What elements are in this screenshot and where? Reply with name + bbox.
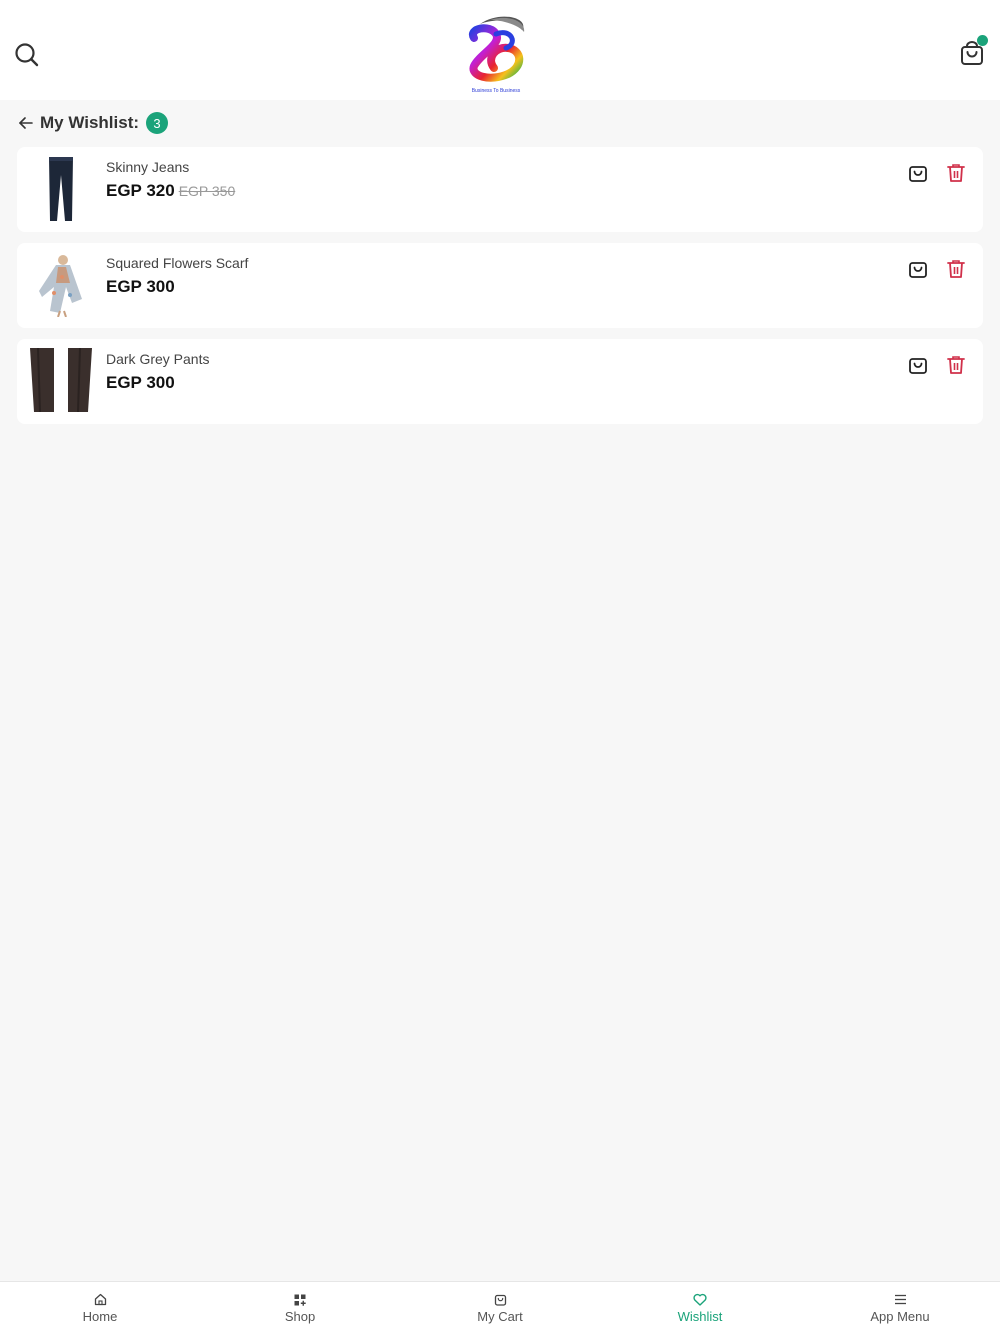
- bag-icon: [909, 262, 927, 278]
- delete-button[interactable]: [945, 354, 967, 376]
- wishlist-item[interactable]: Squared Flowers Scarf EGP 300: [17, 243, 983, 328]
- trash-icon: [947, 164, 965, 182]
- nav-label: App Menu: [870, 1308, 930, 1324]
- search-icon: [15, 43, 39, 67]
- bag-icon: [909, 358, 927, 374]
- add-to-cart-button[interactable]: [907, 162, 929, 184]
- home-icon: [94, 1293, 106, 1306]
- price-row: EGP 320 EGP 350: [106, 181, 235, 201]
- trash-icon: [947, 356, 965, 374]
- item-name[interactable]: Dark Grey Pants: [106, 351, 209, 367]
- back-button[interactable]: [16, 113, 36, 133]
- page-title: My Wishlist:: [40, 113, 140, 132]
- logo-tagline: Business To Business: [471, 88, 521, 94]
- nav-label: My Cart: [477, 1308, 523, 1324]
- price-row: EGP 300: [106, 277, 175, 297]
- item-price: EGP 300: [106, 277, 175, 296]
- arrow-left-icon: [19, 117, 33, 129]
- heart-icon: [693, 1293, 707, 1306]
- nav-app-menu[interactable]: App Menu: [800, 1282, 1000, 1334]
- bottom-navigation: Home Shop My Cart Wishlist App Menu: [0, 1281, 1000, 1334]
- item-price: EGP 300: [106, 373, 175, 392]
- wishlist-items: Skinny Jeans EGP 320 EGP 350 Squared Flo…: [17, 147, 983, 435]
- delete-button[interactable]: [945, 162, 967, 184]
- item-old-price: EGP 350: [178, 183, 236, 199]
- cart-notification-dot: [977, 35, 988, 46]
- brand-logo[interactable]: Business To Business: [460, 10, 532, 98]
- product-thumbnail[interactable]: [27, 346, 95, 416]
- app-header: Business To Business: [0, 0, 1000, 100]
- wishlist-item[interactable]: Dark Grey Pants EGP 300: [17, 339, 983, 424]
- bag-icon: [494, 1294, 506, 1306]
- wishlist-count-badge: 3: [146, 112, 169, 134]
- scarf-image: [39, 255, 82, 317]
- add-to-cart-button[interactable]: [907, 354, 929, 376]
- nav-my-cart[interactable]: My Cart: [400, 1282, 600, 1334]
- item-price: EGP 320: [106, 181, 175, 200]
- trash-icon: [947, 260, 965, 278]
- menu-icon: [894, 1294, 906, 1305]
- item-name[interactable]: Squared Flowers Scarf: [106, 255, 248, 271]
- search-button[interactable]: [12, 40, 42, 70]
- grid-icon: [294, 1294, 306, 1306]
- jeans-image: [49, 157, 73, 221]
- nav-label: Shop: [284, 1308, 316, 1324]
- wishlist-item[interactable]: Skinny Jeans EGP 320 EGP 350: [17, 147, 983, 232]
- product-thumbnail[interactable]: [27, 250, 95, 320]
- nav-label: Wishlist: [677, 1308, 723, 1324]
- pants-image: [30, 348, 92, 414]
- wishlist-title-row: My Wishlist: 3: [16, 108, 169, 138]
- price-row: EGP 300: [106, 373, 175, 393]
- item-name[interactable]: Skinny Jeans: [106, 159, 189, 175]
- nav-wishlist[interactable]: Wishlist: [600, 1282, 800, 1334]
- add-to-cart-button[interactable]: [907, 258, 929, 280]
- delete-button[interactable]: [945, 258, 967, 280]
- nav-label: Home: [82, 1308, 118, 1324]
- bag-icon: [909, 166, 927, 182]
- product-thumbnail[interactable]: [27, 154, 95, 224]
- nav-shop[interactable]: Shop: [200, 1282, 400, 1334]
- nav-home[interactable]: Home: [0, 1282, 200, 1334]
